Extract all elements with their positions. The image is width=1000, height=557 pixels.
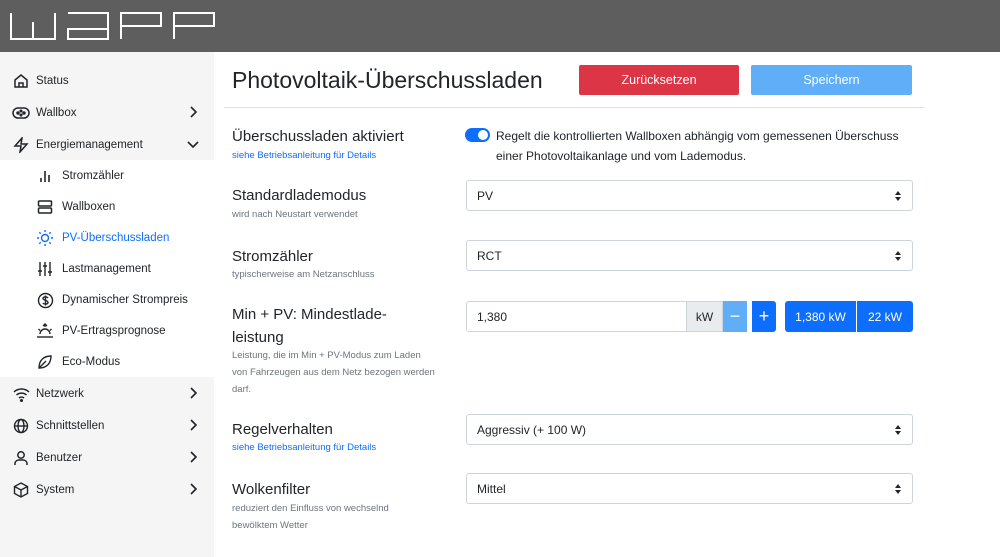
select-arrows-icon [895, 191, 901, 201]
increment-button[interactable]: + [752, 301, 776, 332]
main-content: Photovoltaik-Überschussladen Zurücksetze… [214, 52, 1000, 557]
excess-charging-label: Überschussladen aktiviert [232, 128, 404, 145]
dollar-icon [36, 291, 54, 309]
header-divider [224, 107, 924, 108]
sidebar-item-netzwerk[interactable]: Netzwerk [0, 378, 214, 409]
chevron-right-icon [190, 451, 198, 463]
sidebar-item-label: Eco-Modus [62, 355, 121, 368]
sidebar-item-system[interactable]: System [0, 474, 214, 505]
sidebar-item-status[interactable]: Status [0, 65, 214, 96]
chevron-right-icon [190, 483, 198, 495]
cloud-filter-label: Wolkenfilter [232, 481, 311, 498]
sidebar-item-label: Energiemanagement [36, 138, 143, 151]
meter-select[interactable]: RCT [466, 240, 913, 271]
feather-icon [36, 353, 54, 371]
sidebar-item-lastmanagement[interactable]: Lastmanagement [0, 253, 214, 284]
page-title: Photovoltaik-Überschussladen [232, 67, 543, 93]
save-button[interactable]: Speichern [751, 65, 912, 95]
chevron-down-icon [187, 141, 199, 149]
excess-charging-toggle[interactable] [465, 128, 490, 142]
sidebar-item-pv-ueberschussladen[interactable]: PV-Überschussladen [0, 222, 214, 253]
sidebar-item-energiemanagement[interactable]: Energiemanagement [0, 129, 214, 160]
chevron-right-icon [190, 387, 198, 399]
top-bar [0, 0, 1000, 52]
meter-bars-icon [36, 167, 54, 185]
user-icon [12, 449, 30, 467]
chevron-right-icon [190, 106, 198, 118]
sidebar-item-label: Lastmanagement [62, 262, 151, 275]
cloud-filter-select[interactable]: Mittel [466, 473, 913, 504]
toggle-knob [478, 130, 488, 140]
select-arrows-icon [895, 425, 901, 435]
sidebar-item-label: Wallbox [36, 106, 77, 119]
sidebar-item-benutzer[interactable]: Benutzer [0, 442, 214, 473]
cloud-filter-hint: reduziert den Einfluss von wechselnd bew… [232, 503, 389, 531]
cloud-filter-value: Mittel [477, 481, 506, 496]
sidebar-item-label: Stromzähler [62, 169, 124, 182]
excess-charging-manual-link[interactable]: siehe Betriebsanleitung für Details [232, 148, 376, 163]
sidebar-item-label: Dynamischer Strompreis [62, 293, 188, 306]
sidebar-item-label: Status [36, 74, 69, 87]
decrement-button[interactable]: − [723, 301, 747, 332]
sliders-icon [36, 260, 54, 278]
select-arrows-icon [895, 484, 901, 494]
sidebar-item-label: PV-Überschussladen [62, 231, 170, 244]
sidebar-item-label: System [36, 483, 75, 496]
control-behavior-manual-link[interactable]: siehe Betriebsanleitung für Details [232, 440, 376, 455]
sun-icon [36, 229, 54, 247]
sidebar-item-pv-ertragsprognose[interactable]: PV-Ertragsprognose [0, 315, 214, 346]
min-power-input[interactable]: 1,380 [466, 301, 687, 332]
sidebar-item-label: PV-Ertragsprognose [62, 324, 166, 337]
sidebar-item-label: Wallboxen [62, 200, 116, 213]
warp-logo [10, 12, 215, 40]
control-behavior-select[interactable]: Aggressiv (+ 100 W) [466, 414, 913, 445]
sunrise-icon [36, 322, 54, 340]
sidebar-item-label: Benutzer [36, 451, 83, 464]
bolt-icon [12, 136, 30, 154]
sidebar-item-wallbox[interactable]: Wallbox [0, 97, 214, 128]
sidebar-item-label: Schnittstellen [36, 419, 105, 432]
select-arrows-icon [895, 251, 901, 261]
excess-charging-description: Regelt die kontrollierten Wallboxen abhä… [496, 129, 899, 163]
min-power-unit: kW [687, 301, 723, 332]
min-power-hint: Leistung, die im Min + PV-Modus zum Lade… [232, 350, 435, 395]
sidebar-item-eco-modus[interactable]: Eco-Modus [0, 346, 214, 377]
sidebar-item-label: Netzwerk [36, 387, 84, 400]
sidebar-item-stromzaehler[interactable]: Stromzähler [0, 160, 214, 191]
home-icon [12, 72, 30, 90]
sidebar: Status Wallbox Energiemanagement Stromzä… [0, 52, 214, 557]
default-mode-select[interactable]: PV [466, 180, 913, 211]
server-icon [36, 198, 54, 216]
default-mode-hint: wird nach Neustart verwendet [232, 209, 358, 220]
box-icon [12, 481, 30, 499]
sidebar-item-wallboxen[interactable]: Wallboxen [0, 191, 214, 222]
chevron-right-icon [190, 419, 198, 431]
control-behavior-value: Aggressiv (+ 100 W) [477, 422, 587, 437]
meter-hint: typischerweise am Netzanschluss [232, 269, 375, 280]
globe-icon [12, 417, 30, 435]
min-power-label-line2: leistung [232, 329, 284, 346]
default-mode-value: PV [477, 188, 494, 203]
reset-button[interactable]: Zurücksetzen [579, 65, 739, 95]
min-power-label-line1: Min + PV: Mindestlade- [232, 306, 387, 323]
meter-value: RCT [477, 248, 502, 263]
sidebar-item-schnittstellen[interactable]: Schnittstellen [0, 410, 214, 441]
sidebar-item-dynamischer-strompreis[interactable]: Dynamischer Strompreis [0, 284, 214, 315]
meter-label: Stromzähler [232, 248, 313, 265]
wifi-icon [12, 385, 30, 403]
wallbox-icon [12, 104, 30, 122]
control-behavior-label: Regelverhalten [232, 421, 333, 438]
set-max-power-button[interactable]: 22 kW [857, 301, 913, 332]
default-mode-label: Standardlademodus [232, 187, 367, 204]
set-min-power-button[interactable]: 1,380 kW [785, 301, 856, 332]
